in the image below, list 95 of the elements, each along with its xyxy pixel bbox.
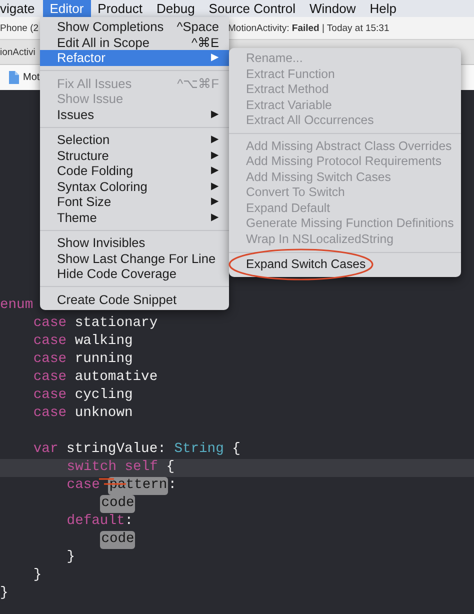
menu-item[interactable]: Selection ▶ <box>40 132 229 148</box>
menu-item-label: Syntax Coloring <box>57 178 148 194</box>
menu-item[interactable]: Show Completions ^Space <box>40 19 229 34</box>
code-placeholder[interactable]: code <box>100 495 136 513</box>
shortcut-label: ^⌘E <box>191 34 219 50</box>
code-token: { <box>166 459 174 477</box>
menu-item-label: Structure <box>57 148 109 163</box>
code-keyword: enum <box>0 297 34 315</box>
code-token: stationary <box>74 315 158 333</box>
code-token: : <box>168 477 176 495</box>
menu-item[interactable]: Show Last Change For Line <box>40 250 229 266</box>
code-keyword: self <box>124 459 158 477</box>
code-keyword: case <box>33 405 67 423</box>
code-token: cycling <box>74 387 133 405</box>
shortcut-label: ^Space <box>176 19 219 34</box>
submenu-arrow: ▶ <box>211 195 219 209</box>
file-icon <box>8 71 19 84</box>
code-token: running <box>74 351 133 369</box>
code-keyword: switch <box>66 459 116 477</box>
code-keyword: case <box>33 369 67 387</box>
menu-item-label: Code Folding <box>57 163 134 178</box>
code-keyword: case <box>33 315 67 333</box>
device-label: Phone (2 <box>0 23 39 34</box>
build-status: MotionActivity: Failed | Today at 15:31 <box>228 22 390 36</box>
menu-item-label: Rename... <box>246 51 303 66</box>
code-token: } <box>66 549 76 567</box>
code-placeholder[interactable]: pattern <box>108 477 168 495</box>
menu-item[interactable]: Syntax Coloring ▶ <box>40 178 229 194</box>
menu-item-label: Theme <box>57 210 97 225</box>
menu-item[interactable]: Issues ▶ <box>40 106 229 122</box>
submenu-arrow: ▶ <box>211 210 219 224</box>
menu-item-label: Add Missing Switch Cases <box>246 170 391 185</box>
editor-tab[interactable]: ionActivi <box>0 47 36 58</box>
submenu-arrow: ▶ <box>211 148 219 162</box>
menu-item[interactable]: Show Invisibles <box>40 235 229 250</box>
menu-title[interactable]: Help <box>362 0 404 17</box>
menu-item-label: Wrap In NSLocalizedString <box>246 232 394 247</box>
menu-item-label: Refactor <box>57 50 106 66</box>
code-keyword: default <box>66 513 125 531</box>
menu-item[interactable]: Expand Switch Cases <box>229 257 461 272</box>
menu-item-label: Extract Function <box>246 66 335 82</box>
menu-item-label: Show Completions <box>57 19 164 34</box>
menu-item-label: Issues <box>57 106 94 122</box>
file-name[interactable]: Mot <box>23 65 40 90</box>
menu-item-label: Fix All Issues <box>57 76 132 91</box>
shortcut-label: ^⌥⌘F <box>177 76 219 91</box>
code-token: : <box>124 513 134 531</box>
menu-item-label: Selection <box>57 132 110 148</box>
menu-item[interactable]: Code Folding ▶ <box>40 163 229 178</box>
code-token: String <box>174 441 224 459</box>
menu-item-label: Edit All in Scope <box>57 34 150 50</box>
code-keyword: var <box>33 441 58 459</box>
submenu-arrow: ▶ <box>211 108 219 122</box>
submenu-arrow: ▶ <box>211 51 219 65</box>
code-token: walking <box>74 333 133 351</box>
menu-item-label: Expand Switch Cases <box>246 257 366 272</box>
code-token: { <box>232 441 240 459</box>
menu-item-label: Expand Default <box>246 200 330 216</box>
menu-item[interactable]: Refactor ▶ <box>40 50 229 66</box>
submenu-arrow: ▶ <box>211 164 219 178</box>
submenu-arrow: ▶ <box>211 180 219 194</box>
code-keyword: case <box>33 351 67 369</box>
menu-title[interactable]: vigate <box>0 0 42 17</box>
code-placeholder[interactable]: code <box>100 531 136 549</box>
code-keyword: case <box>33 333 67 351</box>
menu-title[interactable]: Source Control <box>202 0 303 17</box>
menu-title[interactable]: Debug <box>149 0 202 17</box>
code-token: } <box>0 585 8 603</box>
code-token: } <box>33 567 42 585</box>
menu-item-label: Extract All Occurrences <box>246 113 374 128</box>
menu-item[interactable]: Create Code Snippet <box>40 292 229 307</box>
menu-title[interactable]: Window <box>302 0 363 17</box>
menu-item[interactable]: Edit All in Scope ^⌘E <box>40 34 229 50</box>
code-token: stringValue: <box>66 441 166 459</box>
menu-item-label: Extract Method <box>246 82 329 98</box>
menu-item-label: Show Last Change For Line <box>57 250 216 266</box>
code-keyword: case <box>66 477 100 495</box>
menu-item[interactable]: Hide Code Coverage <box>40 266 229 282</box>
menu-item-label: Hide Code Coverage <box>57 266 177 282</box>
menu-item[interactable]: Theme ▶ <box>40 210 229 225</box>
menu-item-label: Font Size <box>57 194 112 210</box>
menu-item-label: Show Invisibles <box>57 235 146 250</box>
menu-item-label: Create Code Snippet <box>57 292 177 307</box>
menu-item-label: Show Issue <box>57 91 124 106</box>
menu-title[interactable]: Editor <box>42 0 91 17</box>
code-token: automative <box>74 369 158 387</box>
menu-item[interactable]: Structure ▶ <box>40 148 229 163</box>
menu-title[interactable]: Product <box>90 0 150 17</box>
menu-item[interactable]: Font Size ▶ <box>40 194 229 210</box>
code-keyword: case <box>33 387 67 405</box>
menu-item-label: Add Missing Protocol Requirements <box>246 154 442 170</box>
code-token: unknown <box>74 405 133 423</box>
menu-item-label: Convert To Switch <box>246 185 345 200</box>
menu-item-label: Extract Variable <box>246 98 332 113</box>
submenu-arrow: ▶ <box>211 133 219 147</box>
